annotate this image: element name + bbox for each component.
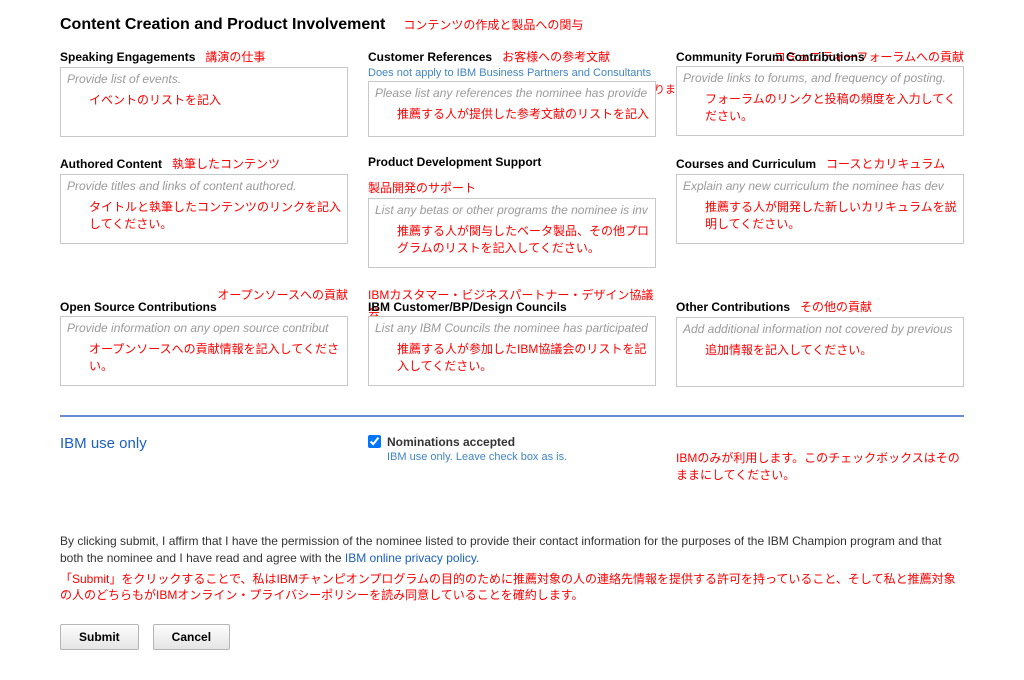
field-community: コミュニティーフォーラムへの貢献 Community Forum Contrib…	[676, 48, 964, 137]
customer-ref-label: Customer References	[368, 50, 492, 64]
authored-label: Authored Content	[60, 157, 162, 171]
courses-label: Courses and Curriculum	[676, 157, 816, 171]
opensource-placeholder: Provide information on any open source c…	[61, 317, 347, 339]
other-input[interactable]: Add additional information not covered b…	[676, 317, 964, 387]
affirm-text-a: By clicking submit, I affirm that I have…	[60, 534, 942, 565]
community-placeholder: Provide links to forums, and frequency o…	[677, 67, 963, 89]
opensource-above-jp: オープンソースへの貢献	[60, 286, 348, 300]
section-title-jp: コンテンツの作成と製品への関与	[403, 16, 583, 33]
speaking-label-jp: 講演の仕事	[205, 48, 265, 65]
nominations-subnote: IBM use only. Leave check box as is.	[387, 451, 567, 463]
section-title-en: Content Creation and Product Involvement	[60, 16, 385, 34]
dev-support-label: Product Development Support	[368, 155, 541, 169]
dev-support-input[interactable]: List any betas or other programs the nom…	[368, 198, 656, 268]
field-authored: Authored Content 執筆したコンテンツ Provide title…	[60, 155, 348, 268]
privacy-link[interactable]: IBM online privacy policy.	[345, 551, 480, 565]
authored-input[interactable]: Provide titles and links of content auth…	[60, 174, 348, 244]
customer-ref-inside-jp: 推薦する人が提供した参考文献のリストを記入	[369, 104, 655, 123]
ibm-use-only-title: IBM use only	[60, 435, 348, 452]
speaking-label: Speaking Engagements	[60, 50, 195, 64]
ibm-jp-note: IBMのみが利用します。このチェックボックスはそのままにしてください。	[676, 435, 964, 483]
other-inside-jp: 追加情報を記入してください。	[677, 340, 963, 359]
community-inside-jp: フォーラムのリンクと投稿の頻度を入力してください。	[677, 89, 963, 125]
speaking-inside-jp: イベントのリストを記入	[61, 90, 347, 109]
opensource-label: Open Source Contributions	[60, 300, 217, 314]
field-other: Other Contributions その他の貢献 Add additiona…	[676, 286, 964, 387]
section-title: Content Creation and Product Involvement…	[60, 16, 964, 34]
courses-inside-jp: 推薦する人が開発した新しいカリキュラムを説明してください。	[677, 197, 963, 233]
community-input[interactable]: Provide links to forums, and frequency o…	[676, 66, 964, 136]
community-label: Community Forum Contributions	[676, 50, 865, 64]
dev-support-inside-jp: 推薦する人が関与したベータ製品、その他プログラムのリストを記入してください。	[369, 221, 655, 257]
fields-grid: Speaking Engagements 講演の仕事 Provide list …	[60, 48, 964, 387]
nominations-checkbox[interactable]	[368, 435, 381, 448]
opensource-input[interactable]: Provide information on any open source c…	[60, 316, 348, 386]
field-dev-support: Product Development Support 製品開発のサポート Li…	[368, 155, 656, 268]
divider	[60, 415, 964, 417]
courses-input[interactable]: Explain any new curriculum the nominee h…	[676, 174, 964, 244]
councils-inside-jp: 推薦する人が参加したIBM協議会のリストを記入してください。	[369, 339, 655, 375]
councils-above-jp: IBMカスタマー・ビジネスパートナー・デザイン協議会	[368, 286, 656, 300]
field-speaking: Speaking Engagements 講演の仕事 Provide list …	[60, 48, 348, 137]
customer-ref-input[interactable]: Please list any references the nominee h…	[368, 81, 656, 137]
other-label: Other Contributions	[676, 300, 790, 314]
authored-inside-jp: タイトルと執筆したコンテンツのリンクを記入してください。	[61, 197, 347, 233]
dev-support-label-jp: 製品開発のサポート	[368, 179, 476, 196]
cancel-button[interactable]: Cancel	[153, 624, 230, 650]
other-placeholder: Add additional information not covered b…	[677, 318, 963, 340]
button-row: Submit Cancel	[60, 624, 964, 650]
field-customer-ref: Customer References お客様への参考文献 Does not a…	[368, 48, 656, 137]
opensource-inside-jp: オープンソースへの貢献情報を記入してください。	[61, 339, 347, 375]
authored-placeholder: Provide titles and links of content auth…	[61, 175, 347, 197]
dev-support-placeholder: List any betas or other programs the nom…	[369, 199, 655, 221]
other-label-jp: その他の貢献	[800, 298, 872, 315]
field-councils: IBMカスタマー・ビジネスパートナー・デザイン協議会 IBM Customer/…	[368, 286, 656, 387]
councils-label: IBM Customer/BP/Design Councils	[368, 300, 567, 314]
ibm-row: IBM use only Nominations accepted IBM us…	[60, 435, 964, 483]
courses-placeholder: Explain any new curriculum the nominee h…	[677, 175, 963, 197]
nominations-label: Nominations accepted	[387, 435, 567, 449]
field-courses: Courses and Curriculum コースとカリキュラム Explai…	[676, 155, 964, 268]
customer-ref-subnote: Does not apply to IBM Business Partners …	[368, 67, 656, 79]
speaking-placeholder: Provide list of events.	[61, 68, 347, 90]
speaking-input[interactable]: Provide list of events. イベントのリストを記入	[60, 67, 348, 137]
councils-input[interactable]: List any IBM Councils the nominee has pa…	[368, 316, 656, 386]
councils-placeholder: List any IBM Councils the nominee has pa…	[369, 317, 655, 339]
affirm-jp: 「Submit」をクリックすることで、私はIBMチャンピオンプログラムの目的のた…	[60, 571, 964, 605]
authored-label-jp: 執筆したコンテンツ	[172, 155, 280, 172]
customer-ref-placeholder: Please list any references the nominee h…	[369, 82, 655, 104]
customer-ref-label-jp: お客様への参考文献	[502, 48, 610, 65]
submit-button[interactable]: Submit	[60, 624, 139, 650]
affirm-text: By clicking submit, I affirm that I have…	[60, 533, 964, 567]
field-opensource: オープンソースへの貢献 Open Source Contributions Pr…	[60, 286, 348, 387]
courses-label-jp: コースとカリキュラム	[826, 155, 945, 172]
